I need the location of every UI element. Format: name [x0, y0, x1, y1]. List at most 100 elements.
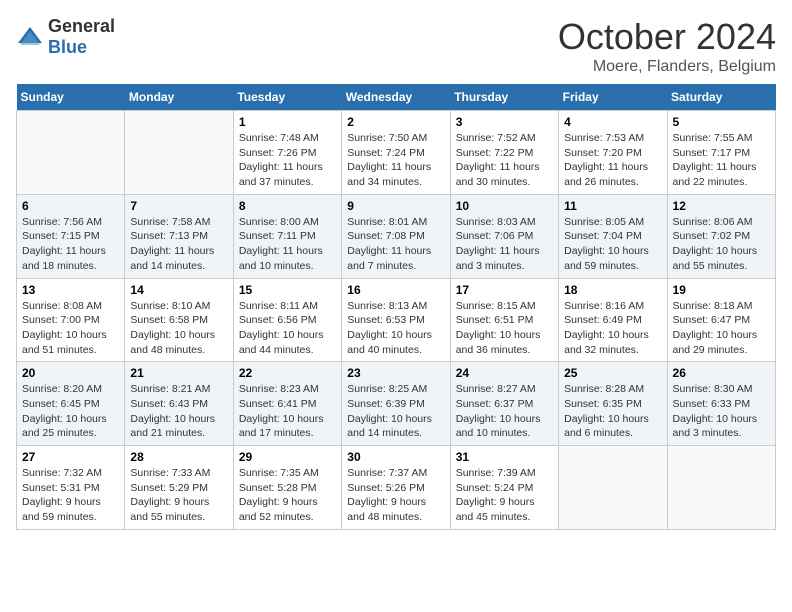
day-number: 8: [239, 199, 336, 213]
day-number: 1: [239, 115, 336, 129]
weekday-header-row: SundayMondayTuesdayWednesdayThursdayFrid…: [17, 84, 776, 111]
weekday-header: Wednesday: [342, 84, 450, 111]
day-number: 17: [456, 283, 553, 297]
calendar-cell: 11 Sunrise: 8:05 AM Sunset: 7:04 PM Dayli…: [559, 194, 667, 278]
day-number: 29: [239, 450, 336, 464]
calendar-cell: 28 Sunrise: 7:33 AM Sunset: 5:29 PM Dayli…: [125, 446, 233, 530]
weekday-header: Monday: [125, 84, 233, 111]
day-content: Sunrise: 8:05 AM Sunset: 7:04 PM Dayligh…: [564, 215, 661, 274]
day-content: Sunrise: 7:53 AM Sunset: 7:20 PM Dayligh…: [564, 131, 661, 190]
day-content: Sunrise: 8:01 AM Sunset: 7:08 PM Dayligh…: [347, 215, 444, 274]
calendar-cell: 8 Sunrise: 8:00 AM Sunset: 7:11 PM Daylig…: [233, 194, 341, 278]
calendar-cell: 31 Sunrise: 7:39 AM Sunset: 5:24 PM Dayli…: [450, 446, 558, 530]
day-number: 20: [22, 366, 119, 380]
day-content: Sunrise: 7:58 AM Sunset: 7:13 PM Dayligh…: [130, 215, 227, 274]
calendar-cell: 1 Sunrise: 7:48 AM Sunset: 7:26 PM Daylig…: [233, 111, 341, 195]
calendar-cell: 26 Sunrise: 8:30 AM Sunset: 6:33 PM Dayli…: [667, 362, 775, 446]
day-number: 19: [673, 283, 770, 297]
calendar-cell: 4 Sunrise: 7:53 AM Sunset: 7:20 PM Daylig…: [559, 111, 667, 195]
calendar-cell: 22 Sunrise: 8:23 AM Sunset: 6:41 PM Dayli…: [233, 362, 341, 446]
weekday-header: Tuesday: [233, 84, 341, 111]
day-content: Sunrise: 8:08 AM Sunset: 7:00 PM Dayligh…: [22, 299, 119, 358]
page-header: General Blue October 2024 Moere, Flander…: [16, 16, 776, 76]
day-number: 13: [22, 283, 119, 297]
day-content: Sunrise: 8:27 AM Sunset: 6:37 PM Dayligh…: [456, 382, 553, 441]
day-number: 25: [564, 366, 661, 380]
day-content: Sunrise: 8:10 AM Sunset: 6:58 PM Dayligh…: [130, 299, 227, 358]
day-content: Sunrise: 7:32 AM Sunset: 5:31 PM Dayligh…: [22, 466, 119, 525]
day-content: Sunrise: 8:15 AM Sunset: 6:51 PM Dayligh…: [456, 299, 553, 358]
day-content: Sunrise: 8:25 AM Sunset: 6:39 PM Dayligh…: [347, 382, 444, 441]
day-content: Sunrise: 8:23 AM Sunset: 6:41 PM Dayligh…: [239, 382, 336, 441]
logo-text: General Blue: [48, 16, 115, 58]
calendar-cell: 10 Sunrise: 8:03 AM Sunset: 7:06 PM Dayli…: [450, 194, 558, 278]
day-number: 18: [564, 283, 661, 297]
day-content: Sunrise: 7:52 AM Sunset: 7:22 PM Dayligh…: [456, 131, 553, 190]
calendar-cell: 20 Sunrise: 8:20 AM Sunset: 6:45 PM Dayli…: [17, 362, 125, 446]
weekday-header: Saturday: [667, 84, 775, 111]
day-content: Sunrise: 8:16 AM Sunset: 6:49 PM Dayligh…: [564, 299, 661, 358]
calendar-cell: 24 Sunrise: 8:27 AM Sunset: 6:37 PM Dayli…: [450, 362, 558, 446]
day-content: Sunrise: 7:39 AM Sunset: 5:24 PM Dayligh…: [456, 466, 553, 525]
logo-blue: Blue: [48, 37, 87, 57]
logo: General Blue: [16, 16, 115, 58]
logo-icon: [16, 25, 44, 49]
calendar-week-row: 13 Sunrise: 8:08 AM Sunset: 7:00 PM Dayli…: [17, 278, 776, 362]
day-number: 31: [456, 450, 553, 464]
calendar-cell: 16Sunrise: 8:13 AM Sunset: 6:53 PM Dayli…: [342, 278, 450, 362]
title-area: October 2024 Moere, Flanders, Belgium: [558, 16, 776, 76]
day-content: Sunrise: 8:21 AM Sunset: 6:43 PM Dayligh…: [130, 382, 227, 441]
day-number: 27: [22, 450, 119, 464]
calendar-week-row: 1 Sunrise: 7:48 AM Sunset: 7:26 PM Daylig…: [17, 111, 776, 195]
logo-general: General: [48, 16, 115, 36]
day-number: 7: [130, 199, 227, 213]
day-content: Sunrise: 8:20 AM Sunset: 6:45 PM Dayligh…: [22, 382, 119, 441]
day-content: Sunrise: 7:56 AM Sunset: 7:15 PM Dayligh…: [22, 215, 119, 274]
day-number: 16: [347, 283, 444, 297]
calendar-cell: 7 Sunrise: 7:58 AM Sunset: 7:13 PM Daylig…: [125, 194, 233, 278]
calendar-cell: 9Sunrise: 8:01 AM Sunset: 7:08 PM Daylig…: [342, 194, 450, 278]
day-number: 10: [456, 199, 553, 213]
day-number: 30: [347, 450, 444, 464]
calendar-cell: [559, 446, 667, 530]
calendar-cell: 3 Sunrise: 7:52 AM Sunset: 7:22 PM Daylig…: [450, 111, 558, 195]
calendar-cell: 14 Sunrise: 8:10 AM Sunset: 6:58 PM Dayli…: [125, 278, 233, 362]
calendar-cell: 17 Sunrise: 8:15 AM Sunset: 6:51 PM Dayli…: [450, 278, 558, 362]
day-content: Sunrise: 8:30 AM Sunset: 6:33 PM Dayligh…: [673, 382, 770, 441]
day-content: Sunrise: 7:48 AM Sunset: 7:26 PM Dayligh…: [239, 131, 336, 190]
day-number: 28: [130, 450, 227, 464]
day-content: Sunrise: 7:33 AM Sunset: 5:29 PM Dayligh…: [130, 466, 227, 525]
day-number: 21: [130, 366, 227, 380]
calendar-cell: 25Sunrise: 8:28 AM Sunset: 6:35 PM Dayli…: [559, 362, 667, 446]
day-number: 26: [673, 366, 770, 380]
weekday-header: Sunday: [17, 84, 125, 111]
calendar-cell: 23Sunrise: 8:25 AM Sunset: 6:39 PM Dayli…: [342, 362, 450, 446]
day-number: 24: [456, 366, 553, 380]
day-number: 4: [564, 115, 661, 129]
day-number: 2: [347, 115, 444, 129]
calendar-cell: 27 Sunrise: 7:32 AM Sunset: 5:31 PM Dayli…: [17, 446, 125, 530]
calendar-table: SundayMondayTuesdayWednesdayThursdayFrid…: [16, 84, 776, 530]
calendar-cell: [667, 446, 775, 530]
day-number: 3: [456, 115, 553, 129]
day-number: 11: [564, 199, 661, 213]
day-number: 14: [130, 283, 227, 297]
calendar-cell: 15Sunrise: 8:11 AM Sunset: 6:56 PM Dayli…: [233, 278, 341, 362]
calendar-week-row: 6Sunrise: 7:56 AM Sunset: 7:15 PM Daylig…: [17, 194, 776, 278]
day-number: 22: [239, 366, 336, 380]
calendar-cell: 5Sunrise: 7:55 AM Sunset: 7:17 PM Daylig…: [667, 111, 775, 195]
calendar-cell: 13 Sunrise: 8:08 AM Sunset: 7:00 PM Dayli…: [17, 278, 125, 362]
day-content: Sunrise: 8:06 AM Sunset: 7:02 PM Dayligh…: [673, 215, 770, 274]
calendar-cell: 30 Sunrise: 7:37 AM Sunset: 5:26 PM Dayli…: [342, 446, 450, 530]
calendar-cell: 29 Sunrise: 7:35 AM Sunset: 5:28 PM Dayli…: [233, 446, 341, 530]
calendar-cell: 21 Sunrise: 8:21 AM Sunset: 6:43 PM Dayli…: [125, 362, 233, 446]
calendar-cell: 12Sunrise: 8:06 AM Sunset: 7:02 PM Dayli…: [667, 194, 775, 278]
day-content: Sunrise: 7:37 AM Sunset: 5:26 PM Dayligh…: [347, 466, 444, 525]
day-content: Sunrise: 7:35 AM Sunset: 5:28 PM Dayligh…: [239, 466, 336, 525]
calendar-cell: 18 Sunrise: 8:16 AM Sunset: 6:49 PM Dayli…: [559, 278, 667, 362]
calendar-cell: [125, 111, 233, 195]
location-title: Moere, Flanders, Belgium: [558, 58, 776, 76]
day-content: Sunrise: 8:03 AM Sunset: 7:06 PM Dayligh…: [456, 215, 553, 274]
day-content: Sunrise: 8:00 AM Sunset: 7:11 PM Dayligh…: [239, 215, 336, 274]
day-content: Sunrise: 8:18 AM Sunset: 6:47 PM Dayligh…: [673, 299, 770, 358]
